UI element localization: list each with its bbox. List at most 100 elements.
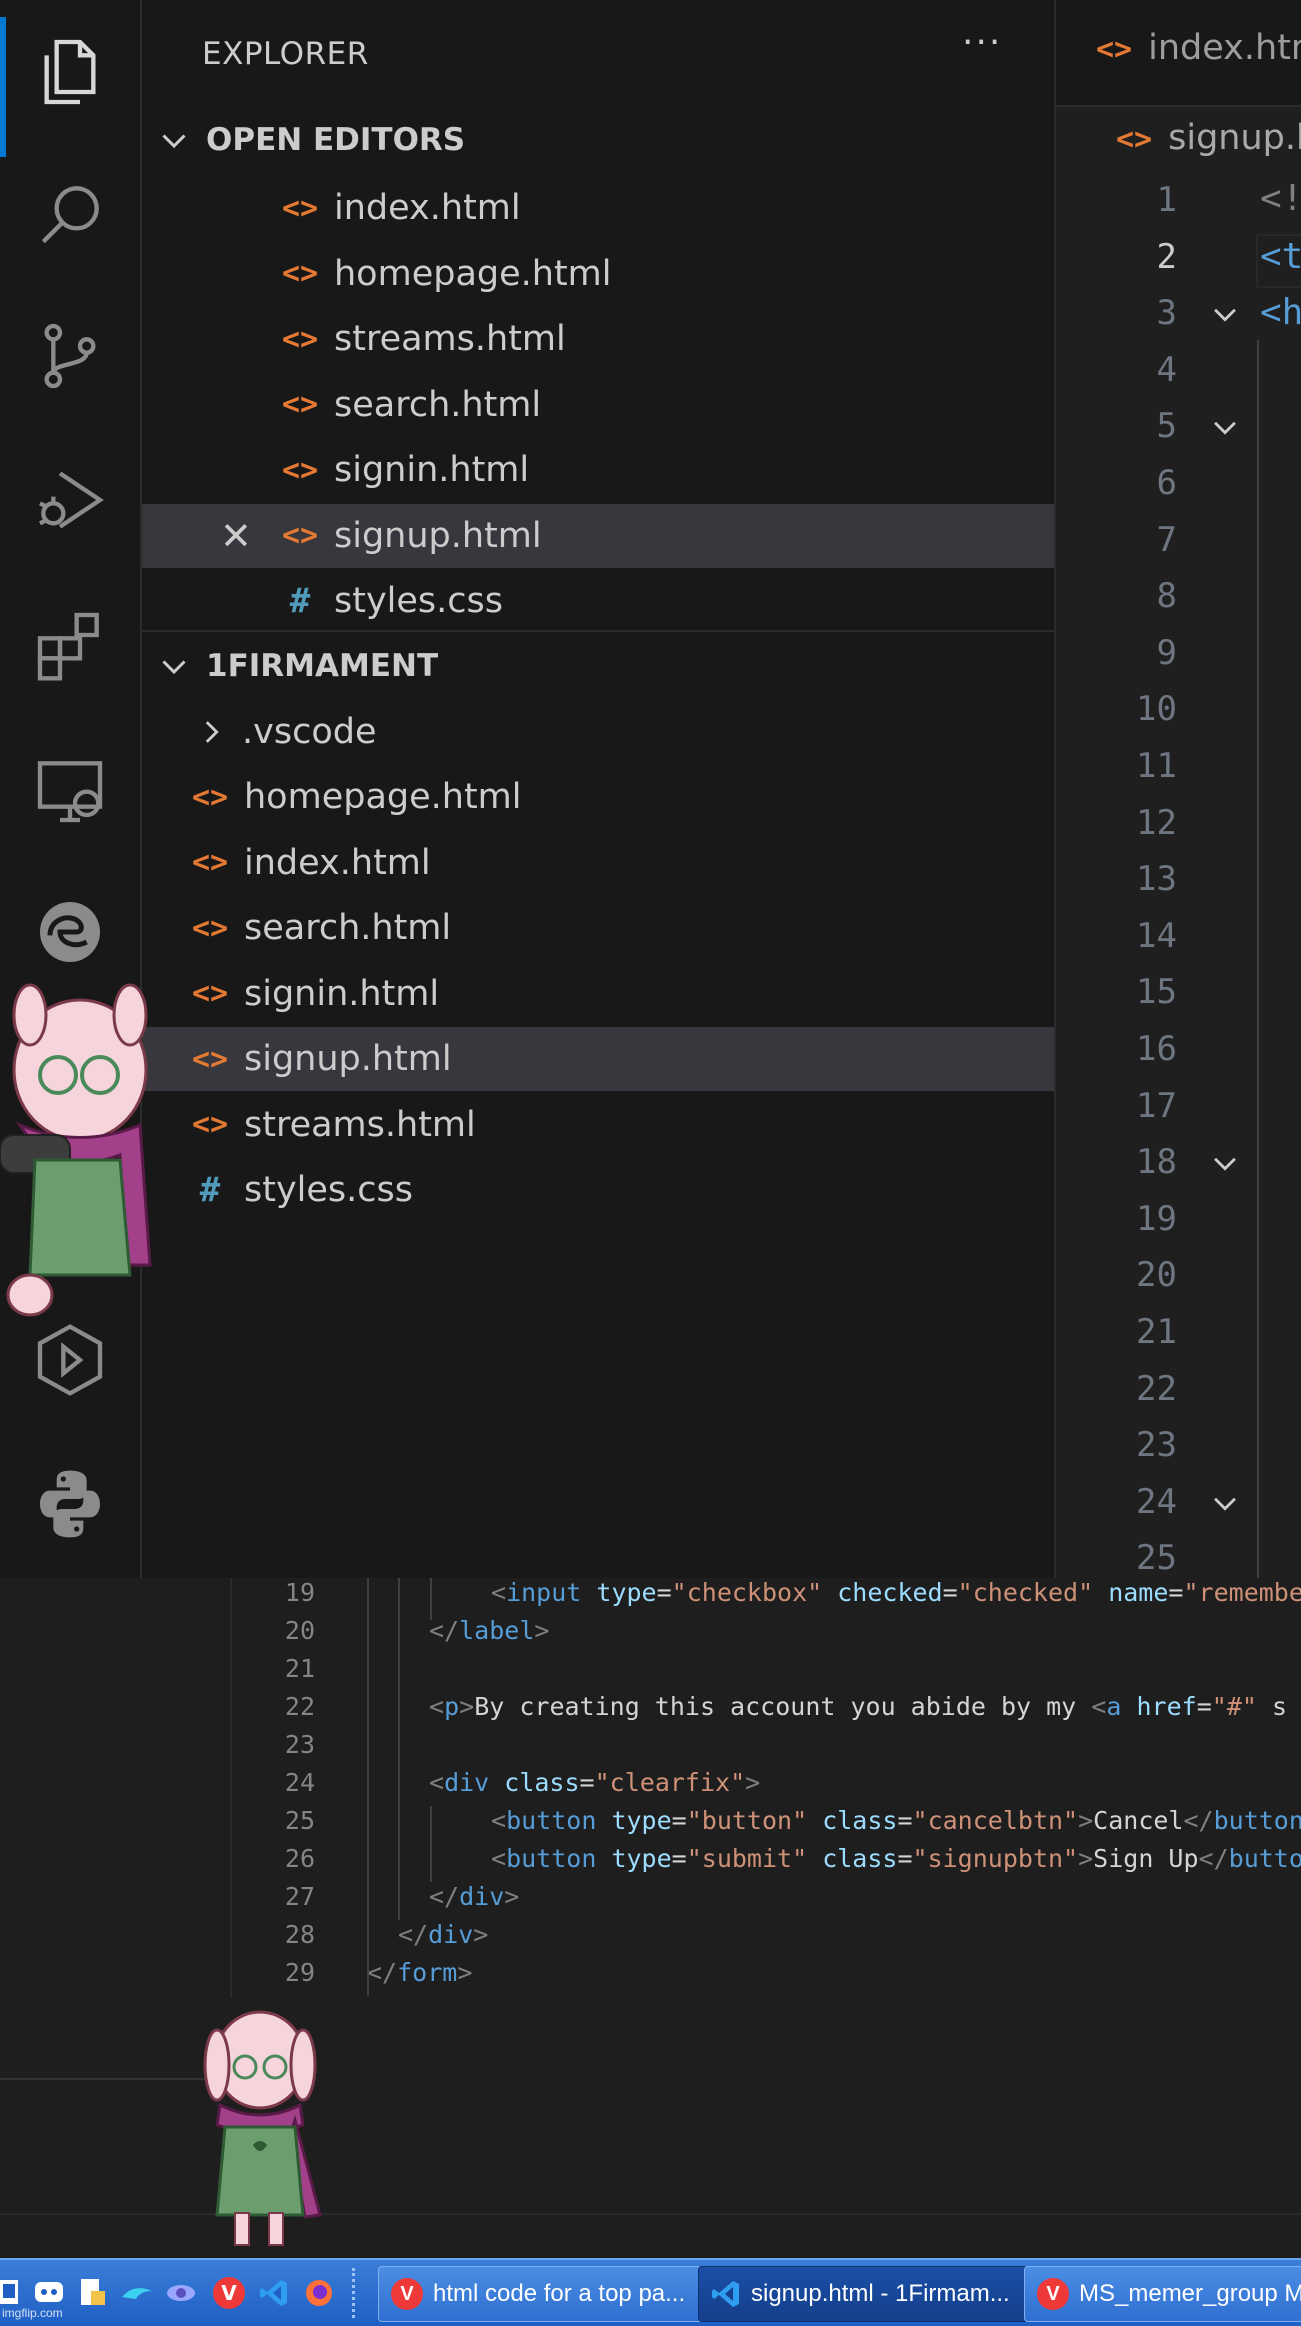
line-number: 24 xyxy=(284,1768,315,1797)
line-number: 25 xyxy=(1136,1538,1177,1579)
line-number: 25 xyxy=(284,1806,315,1835)
code-fragment: <t xyxy=(1260,236,1301,277)
open-editor-item[interactable]: <> search.html xyxy=(142,373,1054,437)
line-number: 12 xyxy=(1136,802,1177,843)
css-file-icon: # xyxy=(199,1170,221,1210)
explorer-icon[interactable] xyxy=(0,12,140,157)
line-number: 28 xyxy=(284,1920,315,1949)
vscode-icon xyxy=(712,2281,739,2307)
workspace-file-item[interactable]: <> index.html xyxy=(142,831,1054,895)
task-label: MS_memer_group Me... xyxy=(1079,2280,1301,2307)
fold-chevron-icon[interactable] xyxy=(1208,297,1242,331)
line-number: 2 xyxy=(1156,236,1177,277)
code-line: 21 xyxy=(0,1654,1301,1692)
character-sprite xyxy=(203,2010,322,2246)
task-ms-memer[interactable]: V MS_memer_group Me... xyxy=(1024,2266,1301,2322)
line-number: 19 xyxy=(284,1578,315,1607)
search-icon[interactable] xyxy=(0,155,140,275)
line-number: 29 xyxy=(284,1958,315,1987)
html-file-icon: <> xyxy=(191,1107,229,1142)
open-editors-header[interactable]: OPEN EDITORS xyxy=(156,122,465,158)
explorer-title: EXPLORER xyxy=(202,36,369,72)
chevron-down-icon xyxy=(162,134,186,149)
chevron-right-icon xyxy=(205,721,219,743)
fold-chevron-icon[interactable] xyxy=(1208,1146,1242,1180)
workspace-file-item[interactable]: <> signup.html xyxy=(142,1027,1054,1091)
chevron-down-icon xyxy=(162,660,186,675)
line-number: 22 xyxy=(1136,1368,1177,1409)
line-number: 17 xyxy=(1136,1085,1177,1126)
code-text: </div> xyxy=(398,1920,489,1949)
open-editor-item[interactable]: # styles.css xyxy=(142,569,1054,633)
fold-chevron-icon[interactable] xyxy=(1208,410,1242,444)
html-file-icon: <> xyxy=(281,256,319,291)
html-file-icon: <> xyxy=(281,190,319,226)
vscode-icon[interactable] xyxy=(255,2274,293,2312)
html-file-icon: <> xyxy=(281,321,319,357)
line-number: 20 xyxy=(284,1616,315,1645)
open-editor-item[interactable]: ✕ <> signup.html xyxy=(142,503,1054,568)
source-control-icon[interactable] xyxy=(0,296,140,416)
open-editor-item[interactable]: <> homepage.html xyxy=(142,242,1054,306)
html-file-icon: <> xyxy=(191,1041,229,1077)
code-text: </div> xyxy=(429,1882,520,1911)
more-actions-button[interactable]: ··· xyxy=(962,22,1002,63)
code-text: </label> xyxy=(429,1616,550,1645)
line-number: 21 xyxy=(1136,1312,1177,1352)
extensions-icon[interactable] xyxy=(0,585,140,705)
workspace-file-item[interactable]: # styles.css xyxy=(142,1158,1054,1222)
code-line: 20 </label> xyxy=(0,1616,1301,1654)
taskbar-grip xyxy=(352,2268,359,2318)
task-signup-html[interactable]: signup.html - 1Firmam... xyxy=(698,2266,1028,2322)
open-editors-title: OPEN EDITORS xyxy=(206,122,466,158)
code-line: 25 <button type="button" class="cancelbtn… xyxy=(0,1806,1301,1844)
character-sprite xyxy=(0,983,152,1317)
css-file-icon: # xyxy=(289,581,311,621)
fold-chevron-icon[interactable] xyxy=(1208,1486,1242,1520)
line-number: 7 xyxy=(1156,519,1177,560)
html-file-icon: <> xyxy=(191,910,229,946)
line-number: 15 xyxy=(1136,972,1177,1013)
file-label: styles.css xyxy=(334,581,504,621)
app-icon[interactable] xyxy=(162,2274,200,2312)
file-label: index.html xyxy=(244,842,431,883)
file-label: signup.html xyxy=(334,515,542,556)
folder-vscode[interactable]: .vscode xyxy=(142,700,1054,764)
open-editor-item[interactable]: <> index.html xyxy=(142,176,1054,240)
firefox-icon[interactable] xyxy=(300,2274,338,2312)
line-number: 23 xyxy=(284,1730,315,1759)
task-label: html code for a top pa... xyxy=(433,2280,686,2307)
html-file-icon: <> xyxy=(281,387,319,422)
workspace-header[interactable]: 1FIRMAMENT xyxy=(156,648,438,684)
code-text: </form> xyxy=(367,1958,473,1987)
file-label: search.html xyxy=(334,384,542,425)
open-editor-item[interactable]: <> streams.html xyxy=(142,307,1054,371)
python-icon[interactable] xyxy=(0,1444,140,1564)
indent-guide xyxy=(430,1578,432,1620)
line-number: 22 xyxy=(284,1692,315,1721)
run-debug-icon[interactable] xyxy=(0,440,140,560)
workspace-file-item[interactable]: <> homepage.html xyxy=(142,765,1054,829)
line-number: 1 xyxy=(1156,180,1177,220)
line-number: 8 xyxy=(1156,576,1177,617)
remote-explorer-icon[interactable] xyxy=(0,730,140,850)
vivaldi-icon[interactable]: V xyxy=(210,2274,248,2312)
file-manager-icon[interactable] xyxy=(74,2274,112,2312)
task-html-code[interactable]: V html code for a top pa... xyxy=(378,2266,702,2322)
close-editor-icon[interactable]: ✕ xyxy=(220,514,252,558)
workspace-file-item[interactable]: <> search.html xyxy=(142,896,1054,960)
code-text: <button type="submit" class="signupbtn">… xyxy=(491,1844,1301,1873)
open-editor-item[interactable]: <> signin.html xyxy=(142,438,1054,502)
edge-icon[interactable] xyxy=(0,872,140,992)
dolphin-icon[interactable] xyxy=(118,2274,156,2312)
line-number: 3 xyxy=(1156,293,1177,334)
workspace-file-item[interactable]: <> signin.html xyxy=(142,962,1054,1026)
line-number: 21 xyxy=(284,1654,315,1683)
line-number: 19 xyxy=(1136,1198,1177,1239)
line-number: 11 xyxy=(1136,746,1177,786)
code-fragment: <h xyxy=(1260,292,1301,333)
code-line: 24 <div class="clearfix"> xyxy=(0,1768,1301,1806)
file-label: index.html xyxy=(334,188,521,228)
section-divider xyxy=(142,630,1054,632)
workspace-file-item[interactable]: <> streams.html xyxy=(142,1093,1054,1157)
